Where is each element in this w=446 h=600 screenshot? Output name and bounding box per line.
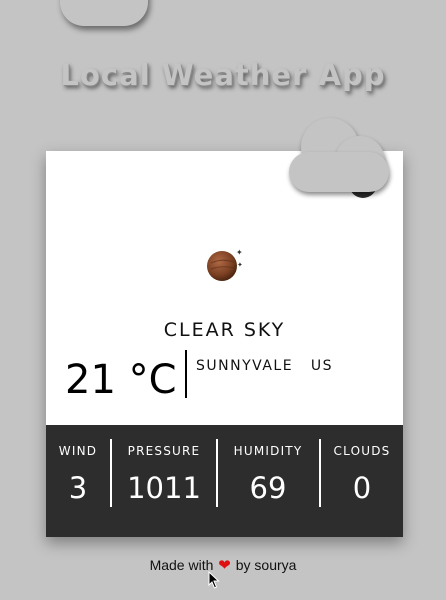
- stat-value: 0: [352, 471, 372, 505]
- stat-humidity: HUMIDITY 69: [218, 425, 318, 537]
- heart-icon: ❤: [218, 557, 231, 574]
- weather-stats-bar: WIND 3 PRESSURE 1011 HUMIDITY 69 CLOUDS …: [46, 425, 403, 537]
- footer-credit: Made with ❤ by sourya: [0, 556, 446, 574]
- location: SUNNYVALE US: [196, 358, 333, 374]
- weather-condition: CLEAR SKY: [163, 319, 286, 341]
- app-title: Local Weather App: [60, 58, 386, 92]
- decorative-cloud-icon: [289, 118, 391, 204]
- stat-label: HUMIDITY: [233, 444, 303, 458]
- decorative-cloud-top: [60, 0, 148, 26]
- stat-label: WIND: [58, 444, 98, 458]
- temperature-divider: [185, 350, 187, 398]
- mouse-cursor-icon: [208, 571, 220, 589]
- footer-prefix: Made with: [149, 557, 214, 573]
- stat-value: 3: [68, 471, 88, 505]
- stat-wind: WIND 3: [46, 425, 110, 537]
- temperature-value: 21 °C: [65, 357, 177, 403]
- footer-suffix: by sourya: [235, 557, 297, 573]
- stat-value: 1011: [127, 471, 201, 505]
- stat-label: PRESSURE: [127, 444, 201, 458]
- stat-pressure: PRESSURE 1011: [112, 425, 216, 537]
- country-code: US: [310, 358, 334, 374]
- clear-sky-moon-icon: ✦ ✦: [207, 248, 242, 281]
- stat-value: 69: [249, 471, 287, 505]
- city-name: SUNNYVALE: [196, 358, 294, 374]
- stat-label: CLOUDS: [333, 444, 391, 458]
- svg-text:✦: ✦: [237, 261, 242, 269]
- svg-text:✦: ✦: [236, 248, 242, 257]
- stat-clouds: CLOUDS 0: [321, 425, 403, 537]
- weather-card: ✦ ✦ CLEAR SKY 21 °C SUNNYVALE US WIND 3 …: [46, 151, 403, 537]
